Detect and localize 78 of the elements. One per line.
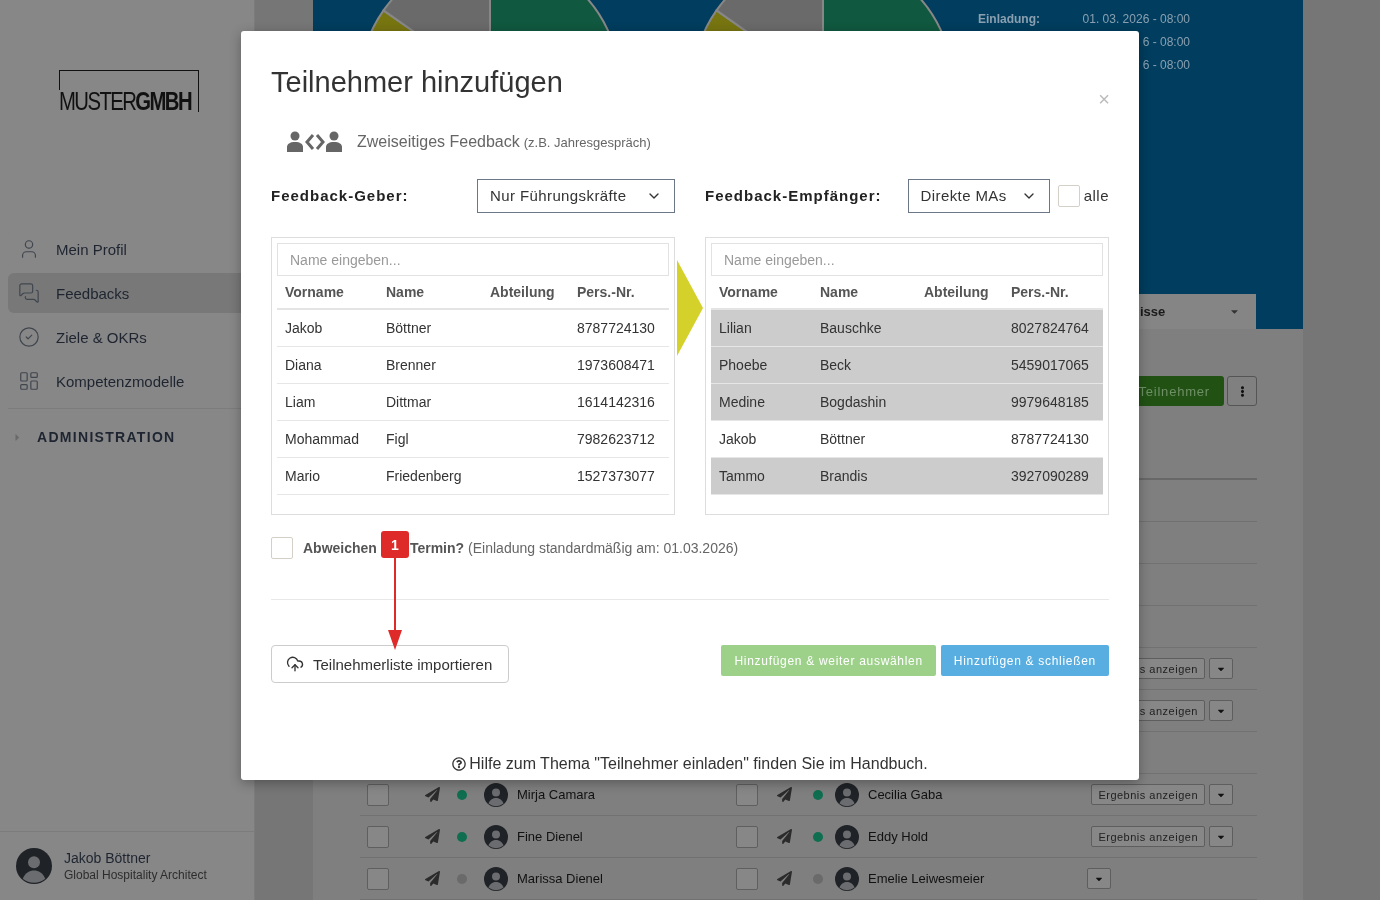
participant-name: Eddy Hold [868,829,928,844]
send-icon[interactable] [425,829,440,844]
detail-value: 01. 03. 2026 - 08:00 [1082,11,1190,28]
table-cell[interactable]: Brandis [812,458,916,495]
grid-icon [18,370,40,392]
all-checkbox[interactable] [1057,184,1080,207]
more-button[interactable] [1227,376,1257,406]
table-cell[interactable]: Beck [812,347,916,384]
dialog-title: Teilnehmer hinzufügen [271,65,563,100]
avatar-icon [484,782,508,807]
logo-text: MUSTERGMBH [59,90,191,112]
date-option-hint: (Einladung standardmäßig am: 01.03.2026) [468,540,739,556]
feedback-type-hint: (z.B. Jahresgespräch) [523,134,651,150]
avatar-icon [16,848,52,884]
import-button[interactable]: Teilnehmerliste importieren [271,645,510,683]
send-icon[interactable] [777,829,792,844]
check-circle-icon [18,326,40,348]
table-cell[interactable]: 8027824764 [1003,310,1103,347]
row-checkbox[interactable] [367,825,389,848]
feedback-type-label: Zweiseitiges Feedback [357,133,520,151]
avatar-icon [835,866,859,891]
row-checkbox[interactable] [736,825,758,848]
row-checkbox[interactable] [367,783,389,806]
detail-value: 6 - 08:00 [1142,57,1190,74]
participant-name: Fine Dienel [517,829,583,844]
send-icon[interactable] [425,871,440,886]
participant-name: Emelie Leiwesmeier [868,871,985,886]
table-cell[interactable]: Tammo [711,458,812,495]
table-cell[interactable]: 5459017065 [1003,347,1103,384]
send-icon[interactable] [777,871,792,886]
all-label: alle [1083,187,1109,204]
callout-badge: 1 [381,531,409,558]
table-cell[interactable]: 3927090289 [1003,458,1103,495]
participant-name: Cecilia Gaba [868,787,943,802]
avatar-icon [484,824,508,849]
cloud-upload-icon [286,655,304,673]
people-exchange-icon [286,131,343,153]
table-cell[interactable]: Bauschke [812,310,916,347]
dropdown-button[interactable] [1209,700,1233,721]
result-button[interactable]: Ergebnis anzeigen [1091,826,1205,847]
user-name: Jakob Böttner [64,850,152,866]
search-field[interactable]: Name eingeben... [711,243,1103,276]
row-checkbox[interactable] [367,867,389,890]
dropdown-button[interactable] [1087,868,1111,889]
dropdown-button[interactable] [1209,784,1233,805]
help-icon [452,757,467,771]
giver-label: Feedback-Geber: [271,187,409,204]
table-cell[interactable]: Bogdashin [812,384,916,421]
detail-value: 6 - 08:00 [1142,34,1190,51]
user-role: Global Hospitality Architect [64,868,207,882]
dropdown-button[interactable] [1209,826,1233,847]
avatar-icon [835,782,859,807]
avatar-icon [484,866,508,891]
result-button[interactable]: Ergebnis anzeigen [1091,784,1205,805]
date-option-label: Termin? [409,540,465,556]
table-cell[interactable]: Lilian [711,310,812,347]
help-text: Hilfe zum Thema "Teilnehmer einladen" finden Sie im Handbuch. [469,755,928,773]
send-icon[interactable] [425,787,440,802]
triangle-arrow-icon [677,260,703,356]
row-checkbox[interactable] [736,783,758,806]
detail-label: Einladung: [978,11,1040,28]
receiver-select[interactable]: Direkte MAs [907,178,1050,213]
send-icon[interactable] [777,787,792,802]
date-checkbox[interactable] [271,537,293,559]
receiver-label: Feedback-Empfänger: [705,187,882,204]
participant-name: Marissa Dienel [517,871,603,886]
table-cell[interactable]: Phoebe [711,347,812,384]
row-checkbox[interactable] [736,867,758,890]
table-cell[interactable]: 9979648185 [1003,384,1103,421]
giver-select[interactable]: Nur Führungskräfte [477,178,675,213]
date-option-label: Abweichen [303,540,377,556]
table-cell[interactable]: Medine [711,384,812,421]
avatar-icon [835,824,859,849]
chat-icon [18,282,40,304]
section-toggle[interactable]: ADMINISTRATION [12,429,254,445]
dropdown-button[interactable] [1209,658,1233,679]
search-field[interactable]: Name eingeben... [277,243,669,276]
participant-name: Mirja Camara [517,787,595,802]
